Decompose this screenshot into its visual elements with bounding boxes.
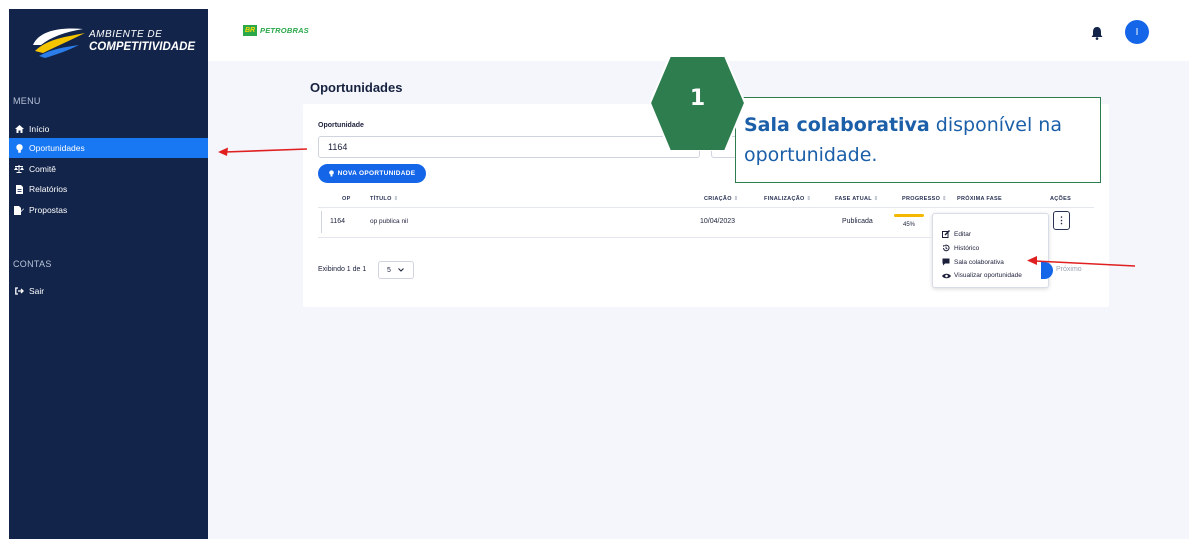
next-page-button[interactable]: Próximo [1056,266,1082,273]
progress-bar [894,214,924,217]
col-header-acoes: AÇÕES [1050,196,1072,202]
brand-box: BR [243,25,257,36]
col-header-finalizacao-label: FINALIZAÇÃO [764,196,805,202]
col-header-progresso-label: PROGRESSO [902,196,941,202]
actions-menu-button[interactable]: ⋮ [1053,211,1070,230]
sidebar-item-label: Propostas [29,205,68,215]
logo-line2: COMPETITIVIDADE [89,41,196,53]
step-number-badge: 1 [648,55,747,152]
bell-icon[interactable] [1091,26,1103,40]
lightbulb-icon [328,170,334,177]
petrobras-logo: BR PETROBRAS [243,25,309,36]
actions-dropdown: Editar Histórico Sala colaborativa Visua… [932,213,1049,288]
row-marker [321,211,322,233]
lightbulb-icon [13,143,25,153]
logo-swoosh-icon [29,23,87,59]
avatar[interactable]: I [1125,20,1149,44]
menu-item-label: Sala colaborativa [954,258,1004,266]
home-icon [13,125,25,133]
sidebar: AMBIENTE DE COMPETITIVIDADE MENU Início … [9,9,208,539]
logo[interactable]: AMBIENTE DE COMPETITIVIDADE [29,23,195,59]
opportunity-filter-input[interactable]: 1164 [318,136,700,158]
callout-bold: Sala colaborativa [744,114,930,136]
col-header-fase-atual[interactable]: FASE ATUAL ⇕ [835,196,879,202]
cell-fase-atual: Publicada [842,218,873,225]
menu-item-historico[interactable]: Histórico [941,244,979,252]
sidebar-item-label: Sair [29,286,45,296]
logo-line1: AMBIENTE DE [89,29,163,40]
edit-icon [941,230,951,238]
page-size-value: 5 [387,266,391,274]
pagination-info: Exibindo 1 de 1 [318,266,367,273]
sidebar-item-label: Comitê [29,164,56,174]
callout-text: Sala colaborativa disponível na oportuni… [744,110,1094,170]
document-icon [13,184,25,194]
scale-icon [13,165,25,173]
col-header-titulo[interactable]: TÍTULO ⇕ [370,196,398,202]
chat-icon [941,258,951,266]
chevron-down-icon [398,268,404,272]
table-divider [318,237,932,238]
page-title: Oportunidades [310,80,403,95]
top-bar: BR PETROBRAS I [208,9,1189,61]
sidebar-item-inicio[interactable]: Início [9,119,208,139]
sidebar-item-comite[interactable]: Comitê [9,159,208,179]
menu-item-visualizar[interactable]: Visualizar oportunidade [941,272,1022,279]
menu-item-label: Histórico [954,244,980,252]
col-header-fase-atual-label: FASE ATUAL [835,196,872,202]
col-header-op[interactable]: OP [342,196,351,202]
col-header-criacao-label: CRIAÇÃO [704,196,732,202]
sidebar-item-label: Início [29,124,50,134]
table-divider [318,207,1094,208]
history-icon [941,244,951,252]
cell-op: 1164 [330,218,346,225]
menu-item-label: Visualizar oportunidade [954,272,1022,279]
page-size-select[interactable]: 5 [378,261,414,279]
sidebar-item-relatorios[interactable]: Relatórios [9,179,208,199]
menu-heading: MENU [13,96,41,106]
filter-label: Oportunidade [318,122,364,129]
cell-titulo: op publica nil [370,218,408,225]
sidebar-item-label: Oportunidades [29,143,85,153]
menu-item-label: Editar [954,230,971,238]
cell-criacao: 10/04/2023 [700,218,736,225]
step-number: 1 [689,86,706,111]
sidebar-item-label: Relatórios [29,184,68,194]
cell-progresso: 45% [903,222,916,228]
new-opportunity-button[interactable]: NOVA OPORTUNIDADE [318,164,426,183]
menu-item-sala-colaborativa[interactable]: Sala colaborativa [941,258,1004,266]
col-header-finalizacao[interactable]: FINALIZAÇÃO ⇕ [764,196,811,202]
col-header-titulo-label: TÍTULO [370,196,392,202]
sidebar-item-oportunidades[interactable]: Oportunidades [9,138,208,158]
col-header-progresso[interactable]: PROGRESSO ⇕ [902,196,947,202]
eye-icon [941,273,951,279]
sidebar-item-sair[interactable]: Sair [9,281,208,301]
logo-text: AMBIENTE DE COMPETITIVIDADE [89,29,195,53]
sidebar-item-propostas[interactable]: Propostas [9,200,208,220]
brand-text: PETROBRAS [260,26,309,35]
logout-icon [13,287,25,295]
accounts-heading: CONTAS [13,259,52,269]
new-opportunity-label: NOVA OPORTUNIDADE [337,170,416,177]
proposal-icon [13,205,25,215]
menu-item-editar[interactable]: Editar [941,230,971,238]
col-header-proxima-fase[interactable]: PRÓXIMA FASE [957,196,1002,202]
col-header-criacao[interactable]: CRIAÇÃO ⇕ [704,196,739,202]
